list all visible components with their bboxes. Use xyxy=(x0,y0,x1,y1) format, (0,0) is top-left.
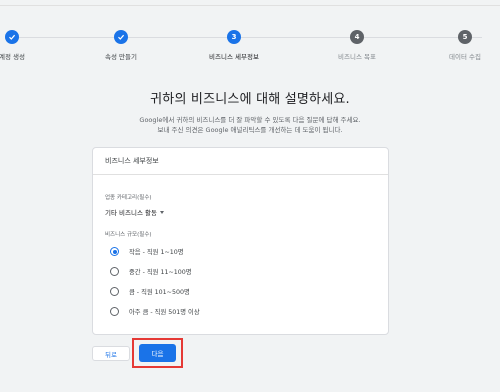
step-label: 속성 만들기 xyxy=(105,53,137,61)
step-label: 비즈니스 세부정보 xyxy=(209,53,259,61)
radio-button[interactable] xyxy=(110,247,119,256)
step-number: 3 xyxy=(227,30,241,44)
category-value: 기타 비즈니스 활동 xyxy=(105,209,157,217)
category-label: 업종 카테고리(필수) xyxy=(105,195,152,201)
card-title: 비즈니스 세부정보 xyxy=(93,148,388,175)
size-option-small[interactable]: 작음 - 직원 1~10명 xyxy=(110,247,184,256)
step-business-goals: 4 비즈니스 목표 xyxy=(307,30,407,61)
step-data-collection: 5 데이터 수집 xyxy=(415,30,500,61)
size-option-label: 아주 큼 - 직원 501명 이상 xyxy=(129,309,200,316)
size-label: 비즈니스 규모(필수) xyxy=(105,232,152,238)
step-business-details: 3 비즈니스 세부정보 xyxy=(184,30,284,61)
radio-button[interactable] xyxy=(110,267,119,276)
step-label: 계정 생성 xyxy=(0,53,25,61)
size-option-very-large[interactable]: 아주 큼 - 직원 501명 이상 xyxy=(110,307,200,316)
category-select[interactable]: 기타 비즈니스 활동 xyxy=(105,207,164,217)
size-option-large[interactable]: 큼 - 직원 101~500명 xyxy=(110,287,190,296)
size-option-medium[interactable]: 중간 - 직원 11~100명 xyxy=(110,267,192,276)
top-bar xyxy=(0,0,500,6)
caret-down-icon xyxy=(159,210,164,214)
page-title: 귀하의 비즈니스에 대해 설명하세요. xyxy=(150,92,350,107)
size-option-label: 큼 - 직원 101~500명 xyxy=(129,289,190,296)
size-option-label: 중간 - 직원 11~100명 xyxy=(129,269,192,276)
step-label: 데이터 수집 xyxy=(449,53,481,61)
check-icon xyxy=(5,30,19,44)
step-number: 5 xyxy=(458,30,472,44)
step-number: 4 xyxy=(350,30,364,44)
page-description: Google에서 귀하의 비즈니스를 더 잘 파악할 수 있도록 다음 질문에 … xyxy=(0,115,500,135)
next-button[interactable]: 다음 xyxy=(139,344,176,362)
business-details-card: 비즈니스 세부정보 업종 카테고리(필수) 기타 비즈니스 활동 비즈니스 규모… xyxy=(92,147,389,335)
radio-button[interactable] xyxy=(110,307,119,316)
radio-button[interactable] xyxy=(110,287,119,296)
step-create-property: 속성 만들기 xyxy=(71,30,171,61)
description-line: 보내 주신 의견은 Google 애널리틱스를 개선하는 데 도움이 됩니다. xyxy=(157,126,343,134)
step-create-account: 계정 생성 xyxy=(0,30,62,61)
progress-stepper: 계정 생성 속성 만들기 3 비즈니스 세부정보 4 비즈니스 목표 5 데이터… xyxy=(0,30,500,64)
step-label: 비즈니스 목표 xyxy=(338,53,376,61)
description-line: Google에서 귀하의 비즈니스를 더 잘 파악할 수 있도록 다음 질문에 … xyxy=(139,116,361,124)
size-option-label: 작음 - 직원 1~10명 xyxy=(129,249,184,256)
back-button[interactable]: 뒤로 xyxy=(92,346,130,361)
check-icon xyxy=(114,30,128,44)
